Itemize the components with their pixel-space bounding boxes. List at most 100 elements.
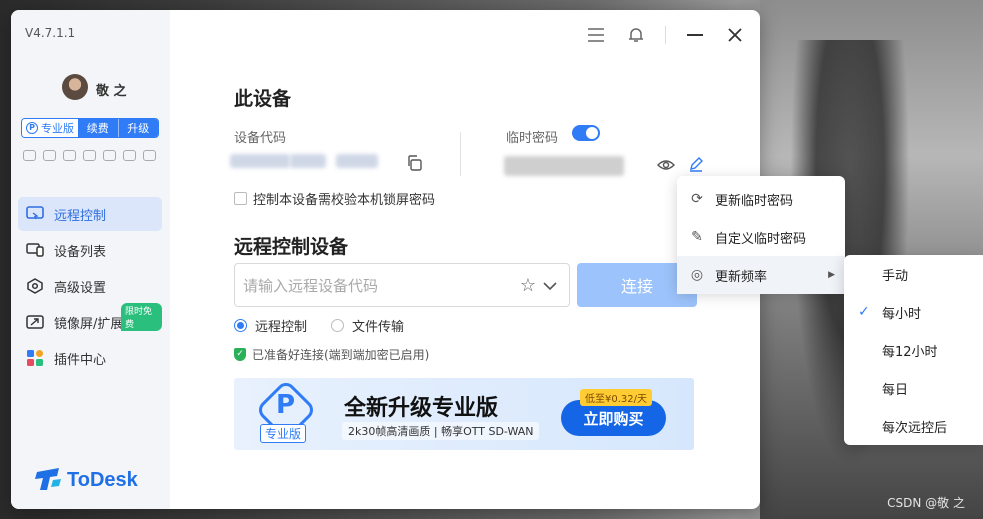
sidebar-nav: 远程控制 设备列表 高级设置 镜像屏/扩展屏 限时免费 插件中心 <box>18 197 162 377</box>
camera-icon[interactable] <box>43 150 56 161</box>
mode-file-transfer-radio[interactable]: 文件传输 <box>331 316 404 335</box>
this-device-title: 此设备 <box>234 88 292 110</box>
limited-free-badge: 限时免费 <box>121 303 162 331</box>
star-icon[interactable]: ☆ <box>517 275 539 296</box>
todesk-window: V4.7.1.1 敬 之 P 专业版 续费 升级 远程控制 设备列表 高级设置 … <box>11 10 760 509</box>
mirror-screen-icon <box>26 314 44 330</box>
avatar[interactable] <box>62 74 88 100</box>
plan-pro-badge[interactable]: P 专业版 <box>22 119 78 137</box>
gamepad-icon[interactable] <box>23 150 36 161</box>
remote-code-placeholder: 请输入远程设备代码 <box>243 276 379 295</box>
menu-icon[interactable] <box>585 24 607 46</box>
frequency-option-12-hours[interactable]: 每12小时 <box>844 331 983 369</box>
pro-p-icon: P <box>26 122 38 134</box>
menu-item-refresh-password[interactable]: ⟳ 更新临时密码 <box>677 180 845 218</box>
brand-name: ToDesk <box>67 468 138 491</box>
radio-checked-icon <box>234 319 247 332</box>
sidebar-item-label: 设备列表 <box>54 244 107 260</box>
device-code-redacted-2 <box>290 154 326 168</box>
image-icon[interactable] <box>63 150 76 161</box>
edit-password-icon[interactable] <box>688 156 704 176</box>
temp-password-label: 临时密码 <box>506 131 559 146</box>
mode-remote-control-radio[interactable]: 远程控制 <box>234 316 307 335</box>
upgrade-button[interactable]: 升级 <box>118 119 158 137</box>
username: 敬 之 <box>96 84 127 99</box>
shield-check-icon: ✓ <box>234 348 246 361</box>
menu-item-update-frequency[interactable]: ◎ 更新频率 ▶ <box>677 256 845 294</box>
refresh-icon: ⟳ <box>691 191 703 207</box>
frequency-option-label: 手动 <box>882 268 909 284</box>
lock-screen-checkbox-row[interactable]: 控制本设备需校验本机锁屏密码 <box>234 189 435 208</box>
device-code-label: 设备代码 <box>234 131 287 146</box>
version-label: V4.7.1.1 <box>25 26 76 40</box>
password-context-menu: ⟳ 更新临时密码 ✎ 自定义临时密码 ◎ 更新频率 ▶ <box>677 176 845 294</box>
pro-upgrade-banner[interactable]: P 专业版 全新升级专业版 2k30帧高清画质 | 畅享OTT SD-WAN 立… <box>234 378 694 450</box>
price-tag: 低至¥0.32/天 <box>580 389 652 406</box>
remote-control-icon <box>26 206 44 222</box>
pro-letter-icon: P <box>276 390 296 420</box>
sidebar-item-label: 插件中心 <box>54 352 107 368</box>
sidebar-item-device-list[interactable]: 设备列表 <box>18 233 162 267</box>
chevron-down-icon[interactable] <box>539 275 561 296</box>
temp-password-redacted <box>504 156 624 176</box>
menu-item-label: 自定义临时密码 <box>715 231 807 247</box>
connection-status: ✓ 已准备好连接(端到端加密已启用) <box>234 346 429 363</box>
frequency-option-after-each-session[interactable]: 每次远控后 <box>844 407 983 445</box>
lock-screen-checkbox[interactable] <box>234 192 247 205</box>
close-icon[interactable] <box>724 24 746 46</box>
title-separator <box>665 26 666 44</box>
feature-icons <box>23 150 156 161</box>
chat-icon[interactable] <box>83 150 96 161</box>
more-icon[interactable] <box>143 150 156 161</box>
plan-pro-label: 专业版 <box>41 122 74 135</box>
todesk-logo: ToDesk <box>35 468 138 492</box>
status-text: 已准备好连接(端到端加密已启用) <box>252 348 430 362</box>
frequency-option-label: 每日 <box>882 382 909 398</box>
sidebar-item-plugin-center[interactable]: 插件中心 <box>18 341 162 375</box>
frequency-option-label: 每12小时 <box>882 344 938 360</box>
title-bar <box>585 24 746 46</box>
bell-icon[interactable] <box>625 24 647 46</box>
sidebar-item-advanced-settings[interactable]: 高级设置 <box>18 269 162 303</box>
banner-pro-tag: 专业版 <box>260 424 307 443</box>
radio-unchecked-icon <box>331 319 345 332</box>
edit-icon: ✎ <box>691 229 703 245</box>
plugin-grid-icon <box>26 350 44 366</box>
sidebar-item-remote-control[interactable]: 远程控制 <box>18 197 162 231</box>
renew-button[interactable]: 续费 <box>78 119 119 137</box>
menu-item-label: 更新频率 <box>715 269 768 285</box>
main-panel: 此设备 设备代码 临时密码 控制本设备需校验本机锁屏密码 远程控制设备 请输入远… <box>170 10 760 509</box>
frequency-option-manual[interactable]: 手动 <box>844 255 983 293</box>
sidebar: V4.7.1.1 敬 之 P 专业版 续费 升级 远程控制 设备列表 高级设置 … <box>11 10 170 509</box>
device-code-redacted-1 <box>230 154 290 168</box>
frequency-option-daily[interactable]: 每日 <box>844 369 983 407</box>
frequency-submenu: 手动 ✓ 每小时 每12小时 每日 每次远控后 <box>844 255 983 445</box>
temp-password-toggle[interactable] <box>572 125 600 141</box>
menu-item-custom-password[interactable]: ✎ 自定义临时密码 <box>677 218 845 256</box>
device-list-icon <box>26 242 44 258</box>
menu-item-label: 更新临时密码 <box>715 193 794 209</box>
sidebar-item-mirror-screen[interactable]: 镜像屏/扩展屏 限时免费 <box>18 303 162 339</box>
frequency-option-label: 每小时 <box>882 306 922 322</box>
lock-screen-checkbox-label: 控制本设备需校验本机锁屏密码 <box>253 193 436 208</box>
shield-small-icon[interactable] <box>103 150 116 161</box>
mode-file-label: 文件传输 <box>352 320 405 335</box>
check-icon: ✓ <box>858 304 870 320</box>
plan-bar: P 专业版 续费 升级 <box>21 118 159 138</box>
field-divider <box>460 132 461 176</box>
submenu-arrow-icon: ▶ <box>828 270 835 280</box>
minimize-icon[interactable] <box>684 24 706 46</box>
eye-icon[interactable] <box>657 157 675 176</box>
sidebar-item-label: 远程控制 <box>54 208 107 224</box>
banner-title: 全新升级专业版 <box>344 396 499 421</box>
sidebar-item-label: 高级设置 <box>54 280 107 296</box>
copy-icon[interactable] <box>406 155 422 175</box>
settings-hex-icon <box>26 278 44 294</box>
frequency-option-hourly[interactable]: ✓ 每小时 <box>844 293 983 331</box>
circle-icon[interactable] <box>123 150 136 161</box>
banner-subtitle: 2k30帧高清画质 | 畅享OTT SD-WAN <box>342 422 540 440</box>
remote-code-input[interactable]: 请输入远程设备代码 ☆ <box>234 263 570 307</box>
watermark: CSDN @敬 之 <box>887 496 965 510</box>
frequency-icon: ◎ <box>690 267 704 283</box>
mode-remote-label: 远程控制 <box>255 320 308 335</box>
